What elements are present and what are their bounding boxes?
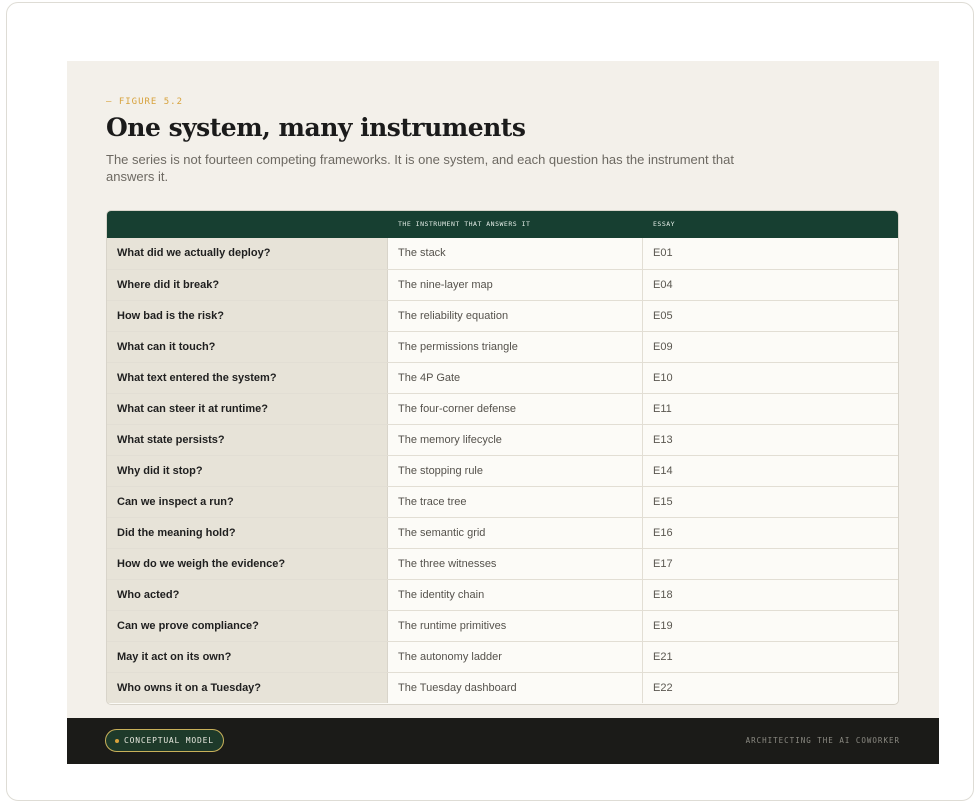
table-header: THE INSTRUMENT THAT ANSWERS IT ESSAY — [107, 211, 898, 238]
essay-cell: E09 — [643, 332, 898, 362]
badge-dot-icon — [115, 738, 119, 743]
table-row: How do we weigh the evidence? The three w… — [107, 548, 898, 579]
question-cell: How do we weigh the evidence? — [107, 549, 388, 579]
essay-cell: E17 — [643, 549, 898, 579]
figure-title: One system, many instruments — [106, 113, 526, 142]
essay-cell: E15 — [643, 487, 898, 517]
instrument-cell: The four-corner defense — [388, 394, 643, 424]
figure-footer: CONCEPTUAL MODEL ARCHITECTING THE AI COW… — [67, 718, 939, 764]
question-cell: What text entered the system? — [107, 363, 388, 393]
question-cell: Why did it stop? — [107, 456, 388, 486]
table-row: What can it touch? The permissions triang… — [107, 331, 898, 362]
figure-panel: — FIGURE 5.2 One system, many instrument… — [67, 61, 939, 764]
question-cell: What can it touch? — [107, 332, 388, 362]
instrument-cell: The trace tree — [388, 487, 643, 517]
table-row: What did we actually deploy? The stack E01 — [107, 238, 898, 269]
table-row: May it act on its own? The autonomy ladde… — [107, 641, 898, 672]
question-cell: What can steer it at runtime? — [107, 394, 388, 424]
table-row: What text entered the system? The 4P Gate… — [107, 362, 898, 393]
question-cell: How bad is the risk? — [107, 301, 388, 331]
essay-cell: E21 — [643, 642, 898, 672]
question-cell: Can we inspect a run? — [107, 487, 388, 517]
essay-cell: E10 — [643, 363, 898, 393]
instrument-cell: The autonomy ladder — [388, 642, 643, 672]
question-cell: May it act on its own? — [107, 642, 388, 672]
essay-cell: E14 — [643, 456, 898, 486]
table-row: What can steer it at runtime? The four-co… — [107, 393, 898, 424]
header-essay: ESSAY — [653, 220, 676, 228]
question-cell: Where did it break? — [107, 270, 388, 300]
table-row: Who acted? The identity chain E18 — [107, 579, 898, 610]
figure-subtitle: The series is not fourteen competing fra… — [106, 152, 734, 184]
instrument-cell: The memory lifecycle — [388, 425, 643, 455]
essay-cell: E16 — [643, 518, 898, 548]
header-instrument: THE INSTRUMENT THAT ANSWERS IT — [398, 220, 531, 228]
instrument-cell: The nine-layer map — [388, 270, 643, 300]
table-row: Can we inspect a run? The trace tree E15 — [107, 486, 898, 517]
essay-cell: E01 — [643, 238, 898, 269]
figure-eyebrow: — FIGURE 5.2 — [106, 97, 184, 107]
essay-cell: E05 — [643, 301, 898, 331]
essay-cell: E04 — [643, 270, 898, 300]
question-cell: What state persists? — [107, 425, 388, 455]
header-question — [107, 211, 388, 238]
essay-cell: E22 — [643, 673, 898, 703]
question-cell: Who acted? — [107, 580, 388, 610]
question-cell: Did the meaning hold? — [107, 518, 388, 548]
instrument-cell: The stopping rule — [388, 456, 643, 486]
essay-cell: E11 — [643, 394, 898, 424]
question-cell: Can we prove compliance? — [107, 611, 388, 641]
table-row: Can we prove compliance? The runtime prim… — [107, 610, 898, 641]
conceptual-model-badge: CONCEPTUAL MODEL — [105, 729, 224, 752]
instrument-cell: The identity chain — [388, 580, 643, 610]
instrument-cell: The stack — [388, 238, 643, 269]
instrument-table: THE INSTRUMENT THAT ANSWERS IT ESSAY Wha… — [106, 210, 899, 705]
question-cell: Who owns it on a Tuesday? — [107, 673, 388, 703]
instrument-cell: The reliability equation — [388, 301, 643, 331]
question-cell: What did we actually deploy? — [107, 238, 388, 269]
instrument-cell: The three witnesses — [388, 549, 643, 579]
instrument-cell: The runtime primitives — [388, 611, 643, 641]
table-row: How bad is the risk? The reliability equa… — [107, 300, 898, 331]
table-row: Where did it break? The nine-layer map E04 — [107, 269, 898, 300]
essay-cell: E13 — [643, 425, 898, 455]
instrument-cell: The semantic grid — [388, 518, 643, 548]
essay-cell: E19 — [643, 611, 898, 641]
table-row: What state persists? The memory lifecycle… — [107, 424, 898, 455]
instrument-cell: The Tuesday dashboard — [388, 673, 643, 703]
table-body: What did we actually deploy? The stack E01… — [107, 238, 898, 703]
footer-series-title: ARCHITECTING THE AI COWORKER — [745, 736, 900, 745]
essay-cell: E18 — [643, 580, 898, 610]
instrument-cell: The 4P Gate — [388, 363, 643, 393]
badge-label: CONCEPTUAL MODEL — [124, 736, 214, 745]
table-row: Who owns it on a Tuesday? The Tuesday das… — [107, 672, 898, 703]
instrument-cell: The permissions triangle — [388, 332, 643, 362]
outer-frame: — FIGURE 5.2 One system, many instrument… — [6, 2, 974, 801]
table-row: Why did it stop? The stopping rule E14 — [107, 455, 898, 486]
table-row: Did the meaning hold? The semantic grid E1… — [107, 517, 898, 548]
